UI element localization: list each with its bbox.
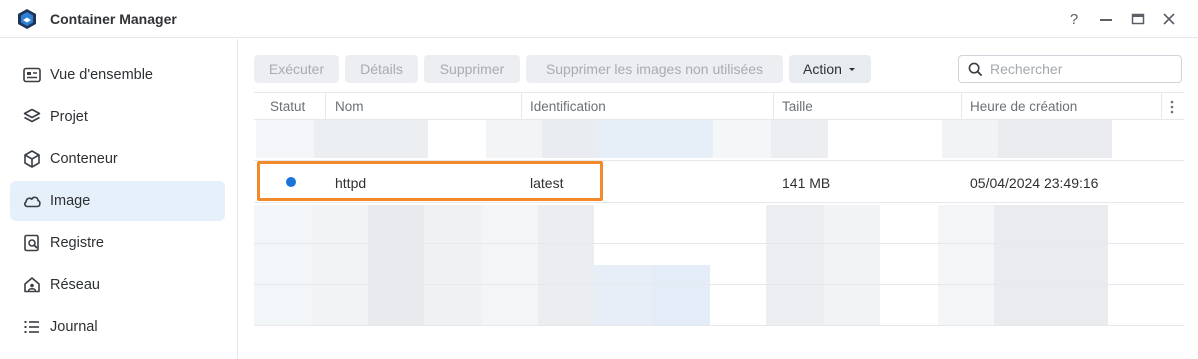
column-separator[interactable]	[521, 93, 522, 119]
maximize-icon[interactable]	[1128, 9, 1148, 29]
row-divider	[254, 284, 1184, 285]
delete-button[interactable]: Supprimer	[424, 55, 520, 83]
sidebar-item-label: Projet	[50, 109, 88, 125]
sidebar-item-label: Registre	[50, 235, 104, 251]
caret-down-icon	[848, 68, 855, 71]
sidebar-item-image[interactable]: Image	[10, 181, 225, 221]
column-header-created[interactable]: Heure de création	[970, 99, 1077, 114]
image-created-time: 05/04/2024 23:49:16	[970, 175, 1099, 191]
search-icon	[968, 62, 983, 77]
search-box[interactable]	[958, 55, 1182, 83]
column-header-status[interactable]: Statut	[270, 99, 305, 114]
action-label: Action	[803, 61, 842, 77]
sidebar-item-label: Réseau	[50, 277, 100, 293]
sidebar-item-label: Journal	[50, 319, 98, 335]
image-size: 141 MB	[782, 175, 831, 191]
project-layers-icon	[23, 108, 41, 123]
column-separator[interactable]	[325, 93, 326, 119]
sidebar-item-overview[interactable]: Vue d'ensemble	[10, 55, 225, 95]
overview-icon	[23, 67, 41, 83]
help-icon[interactable]: ?	[1064, 9, 1084, 29]
column-separator[interactable]	[1161, 93, 1162, 119]
row-divider	[254, 325, 1184, 326]
column-separator[interactable]	[961, 93, 962, 119]
sidebar-item-log[interactable]: Journal	[10, 307, 225, 347]
title-bar: Container Manager ?	[0, 0, 1198, 38]
app-title: Container Manager	[50, 11, 177, 27]
cloud-icon	[24, 196, 41, 208]
row-divider	[254, 243, 1184, 244]
details-button[interactable]: Détails	[345, 55, 418, 83]
sidebar: Vue d'ensemble Projet Conteneur Image Re…	[0, 39, 238, 359]
log-list-icon	[24, 321, 39, 333]
close-icon[interactable]	[1159, 9, 1179, 29]
column-header-size[interactable]: Taille	[782, 99, 813, 114]
network-house-icon	[24, 277, 40, 293]
search-input[interactable]	[990, 59, 1175, 79]
container-manager-logo-icon	[18, 9, 36, 29]
column-separator[interactable]	[773, 93, 774, 119]
sidebar-item-label: Vue d'ensemble	[50, 67, 153, 83]
highlight-annotation	[257, 161, 603, 201]
action-dropdown-button[interactable]: Action	[789, 55, 871, 83]
column-options-icon[interactable]	[1169, 99, 1175, 115]
delete-unused-images-button[interactable]: Supprimer les images non utilisées	[526, 55, 783, 83]
sidebar-item-network[interactable]: Réseau	[10, 265, 225, 305]
sidebar-item-registry[interactable]: Registre	[10, 223, 225, 263]
container-cube-icon	[24, 150, 40, 168]
row-divider	[254, 202, 1184, 203]
sidebar-item-label: Conteneur	[50, 151, 118, 167]
sidebar-item-label: Image	[50, 193, 91, 209]
run-button[interactable]: Exécuter	[254, 55, 339, 83]
minimize-icon[interactable]	[1096, 9, 1116, 29]
column-header-name[interactable]: Nom	[335, 99, 364, 114]
registry-search-icon	[24, 234, 39, 252]
column-header-tag[interactable]: Identification	[530, 99, 606, 114]
sidebar-item-container[interactable]: Conteneur	[10, 139, 225, 179]
table-header: Statut Nom Identification Taille Heure d…	[254, 92, 1184, 120]
sidebar-item-project[interactable]: Projet	[10, 97, 225, 137]
